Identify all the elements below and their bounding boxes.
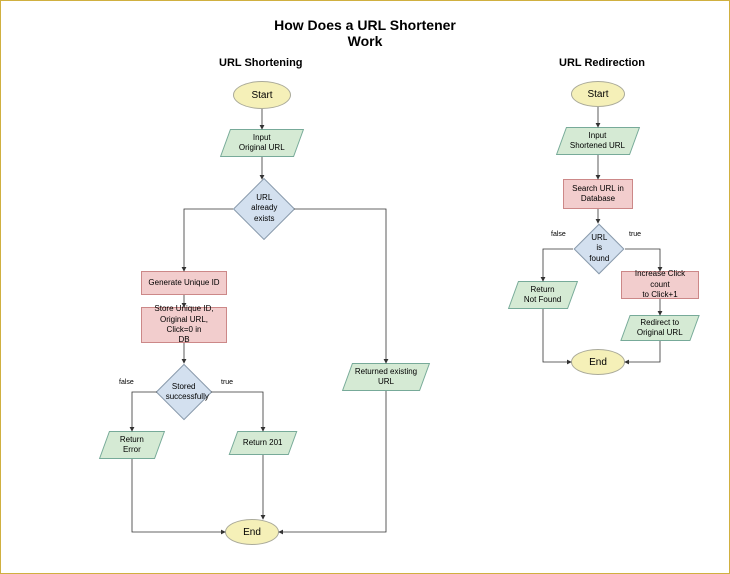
left-return-201: Return 201 <box>229 431 298 455</box>
left-start: Start <box>233 81 291 109</box>
diagram-title: How Does a URL Shortener Work <box>1 17 729 49</box>
edge-false-2: false <box>551 231 566 238</box>
left-input: Input Original URL <box>220 129 304 157</box>
left-store: Store Unique ID, Original URL, Click=0 i… <box>141 307 227 343</box>
left-decision-stored: Stored successfully <box>156 364 213 421</box>
edge-true-2: true <box>629 231 641 238</box>
right-start: Start <box>571 81 625 107</box>
right-increase-click: Increase Click count to Click+1 <box>621 271 699 299</box>
left-return-error: Return Error <box>99 431 165 459</box>
left-heading: URL Shortening <box>219 57 303 69</box>
right-decision-found: URL is found <box>574 224 625 275</box>
edge-false-1: false <box>119 379 134 386</box>
left-return-existing: Returned existing URL <box>342 363 430 391</box>
right-end: End <box>571 349 625 375</box>
right-return-notfound: Return Not Found <box>508 281 578 309</box>
right-search: Search URL in Database <box>563 179 633 209</box>
right-input: Input Shortened URL <box>556 127 640 155</box>
left-generate-id: Generate Unique ID <box>141 271 227 295</box>
edge-true-1: true <box>221 379 233 386</box>
left-end: End <box>225 519 279 545</box>
flowchart-page: How Does a URL Shortener Work URL Shorte… <box>0 0 730 574</box>
right-redirect: Redirect to Original URL <box>620 315 699 341</box>
right-heading: URL Redirection <box>559 57 645 69</box>
left-decision-exists: URL already exists <box>233 178 295 240</box>
